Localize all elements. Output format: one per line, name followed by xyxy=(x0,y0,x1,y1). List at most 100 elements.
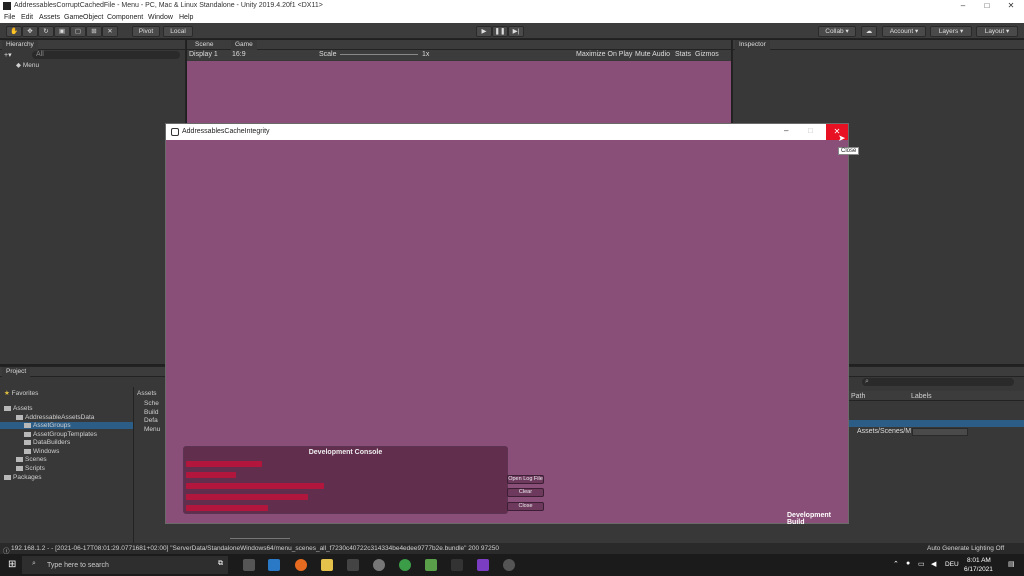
hierarchy-item-label: Menu xyxy=(22,62,40,69)
language-indicator[interactable]: DEU xyxy=(945,561,959,568)
unity-app-icon[interactable] xyxy=(243,559,255,571)
menu-gameobject[interactable]: GameObject xyxy=(64,14,103,21)
game-view-toolbar: Display 1 16:9 Scale 1x Maximize On Play… xyxy=(187,50,731,60)
close-button[interactable]: ✕ xyxy=(999,0,1023,12)
tree-item-label: Scripts xyxy=(25,465,45,472)
rotate-tool-icon[interactable]: ↻ xyxy=(38,26,54,37)
settings-icon[interactable] xyxy=(373,559,385,571)
pause-icon[interactable]: ❚❚ xyxy=(492,26,508,37)
cloud-icon[interactable]: ☁ xyxy=(861,26,877,37)
code-editor-icon[interactable] xyxy=(347,559,359,571)
aspect-dropdown[interactable]: 16:9 xyxy=(232,51,246,58)
microphone-icon[interactable]: ● xyxy=(906,560,910,567)
tree-item-scenes[interactable]: Scenes xyxy=(16,456,47,463)
column-labels[interactable]: Labels xyxy=(911,393,932,400)
scale-tool-icon[interactable]: ▣ xyxy=(54,26,70,37)
game-view-panel: Scene Game Display 1 16:9 Scale 1x Maxim… xyxy=(187,40,731,123)
project-search-input[interactable]: ⌕ xyxy=(862,378,1014,386)
windows-taskbar: ⊞ ⌕ Type here to search ⧉ ⌃ ● ▭ ◀ DEU 8:… xyxy=(0,554,1024,576)
open-log-file-button[interactable]: Open Log File xyxy=(507,475,544,484)
zoom-slider[interactable] xyxy=(230,538,290,539)
windows-start-icon[interactable]: ⊞ xyxy=(8,559,16,570)
file-item[interactable]: Defa xyxy=(144,417,158,424)
scale-slider[interactable] xyxy=(340,54,418,55)
hierarchy-toolbar: +▾ All xyxy=(2,51,184,60)
github-desktop-icon[interactable] xyxy=(503,559,515,571)
clock-date[interactable]: 6/17/2021 xyxy=(964,566,993,573)
tree-item-databuilders[interactable]: DataBuilders xyxy=(24,439,70,446)
add-icon[interactable]: +▾ xyxy=(4,51,12,59)
tab-hierarchy[interactable]: Hierarchy xyxy=(2,40,38,50)
favorites-item[interactable]: ★ Favorites xyxy=(4,389,38,397)
tree-item-windows[interactable]: Windows xyxy=(24,448,59,455)
taskbar-search-box[interactable]: ⌕ Type here to search xyxy=(22,556,228,574)
favorites-label: Favorites xyxy=(11,390,39,397)
custom-tool-icon[interactable]: ✕ xyxy=(102,26,118,37)
gizmos-dropdown[interactable]: Gizmos xyxy=(695,51,719,58)
menu-window[interactable]: Window xyxy=(148,14,173,21)
menu-assets[interactable]: Assets xyxy=(39,14,60,21)
unity-hub-icon[interactable] xyxy=(451,559,463,571)
menu-help[interactable]: Help xyxy=(179,14,193,21)
file-explorer-icon[interactable] xyxy=(321,559,333,571)
network-icon[interactable]: ▭ xyxy=(918,560,925,568)
tree-item-addressable[interactable]: AddressableAssetsData xyxy=(16,414,94,421)
tree-item-assetgroups[interactable]: AssetGroups xyxy=(0,422,133,429)
file-item[interactable]: Build xyxy=(144,409,158,416)
tab-scene[interactable]: Scene xyxy=(191,40,217,50)
layers-dropdown[interactable]: Layers ▾ xyxy=(930,26,972,37)
mute-audio-toggle[interactable]: Mute Audio xyxy=(635,51,670,58)
minimize-button[interactable]: – xyxy=(951,0,975,12)
move-tool-icon[interactable]: ✥ xyxy=(22,26,38,37)
game-maximize-button[interactable]: □ xyxy=(808,126,813,135)
notifications-icon[interactable]: ▤ xyxy=(1008,560,1015,568)
file-item[interactable]: Menu xyxy=(144,426,160,433)
collab-dropdown[interactable]: Collab ▾ xyxy=(818,26,856,37)
clock-time[interactable]: 8:01 AM xyxy=(967,557,991,564)
local-toggle[interactable]: Local xyxy=(163,26,193,37)
table-header: Path Labels xyxy=(849,391,1024,401)
stats-toggle[interactable]: Stats xyxy=(675,51,691,58)
pivot-toggle[interactable]: Pivot xyxy=(132,26,160,37)
firefox-app-icon[interactable] xyxy=(295,559,307,571)
tree-item-label: AssetGroups xyxy=(33,422,71,429)
tree-item-assetgrouptemplates[interactable]: AssetGroupTemplates xyxy=(24,431,97,438)
hierarchy-item-menu[interactable]: ◆ Menu xyxy=(16,61,39,69)
display-dropdown[interactable]: Display 1 xyxy=(189,51,218,58)
menu-component[interactable]: Component xyxy=(107,14,143,21)
transform-tool-icon[interactable]: ⊞ xyxy=(86,26,102,37)
tab-project[interactable]: Project xyxy=(2,367,31,377)
breadcrumb[interactable]: Assets xyxy=(137,390,157,397)
rect-tool-icon[interactable]: ▢ xyxy=(70,26,86,37)
labels-dropdown[interactable] xyxy=(912,428,968,436)
status-log[interactable]: 192.168.1.2 - - [2021-06-17T08:01:29.077… xyxy=(11,545,499,552)
layout-dropdown[interactable]: Layout ▾ xyxy=(976,26,1018,37)
visual-studio-icon[interactable] xyxy=(477,559,489,571)
volume-icon[interactable]: ◀ xyxy=(931,560,936,568)
chevron-up-icon[interactable]: ⌃ xyxy=(893,560,899,568)
edge-app-icon[interactable] xyxy=(268,559,280,571)
selected-row[interactable] xyxy=(849,420,1024,427)
account-dropdown[interactable]: Account ▾ xyxy=(882,26,926,37)
console-close-button[interactable]: Close xyxy=(507,502,544,511)
assets-item[interactable]: Assets xyxy=(4,405,33,412)
maximize-on-play-toggle[interactable]: Maximize On Play xyxy=(576,51,632,58)
clear-button[interactable]: Clear xyxy=(507,488,544,497)
file-item[interactable]: Sche xyxy=(144,400,159,407)
game-minimize-button[interactable]: – xyxy=(784,126,788,135)
play-icon[interactable]: ▶ xyxy=(476,26,492,37)
hand-tool-icon[interactable]: ✋ xyxy=(6,26,22,37)
tab-game[interactable]: Game xyxy=(231,40,257,50)
notepad-icon[interactable] xyxy=(425,559,437,571)
menu-file[interactable]: File xyxy=(4,14,15,21)
tab-inspector[interactable]: Inspector xyxy=(735,40,770,50)
step-icon[interactable]: ▶| xyxy=(508,26,524,37)
maximize-button[interactable]: □ xyxy=(975,0,999,12)
chrome-app-icon[interactable] xyxy=(399,559,411,571)
menu-edit[interactable]: Edit xyxy=(21,14,33,21)
tree-item-scripts[interactable]: Scripts xyxy=(16,465,45,472)
column-path[interactable]: Path xyxy=(851,393,865,400)
task-view-icon[interactable]: ⧉ xyxy=(218,560,223,568)
tree-item-packages[interactable]: Packages xyxy=(4,474,42,481)
hierarchy-search-input[interactable]: All xyxy=(32,51,180,59)
